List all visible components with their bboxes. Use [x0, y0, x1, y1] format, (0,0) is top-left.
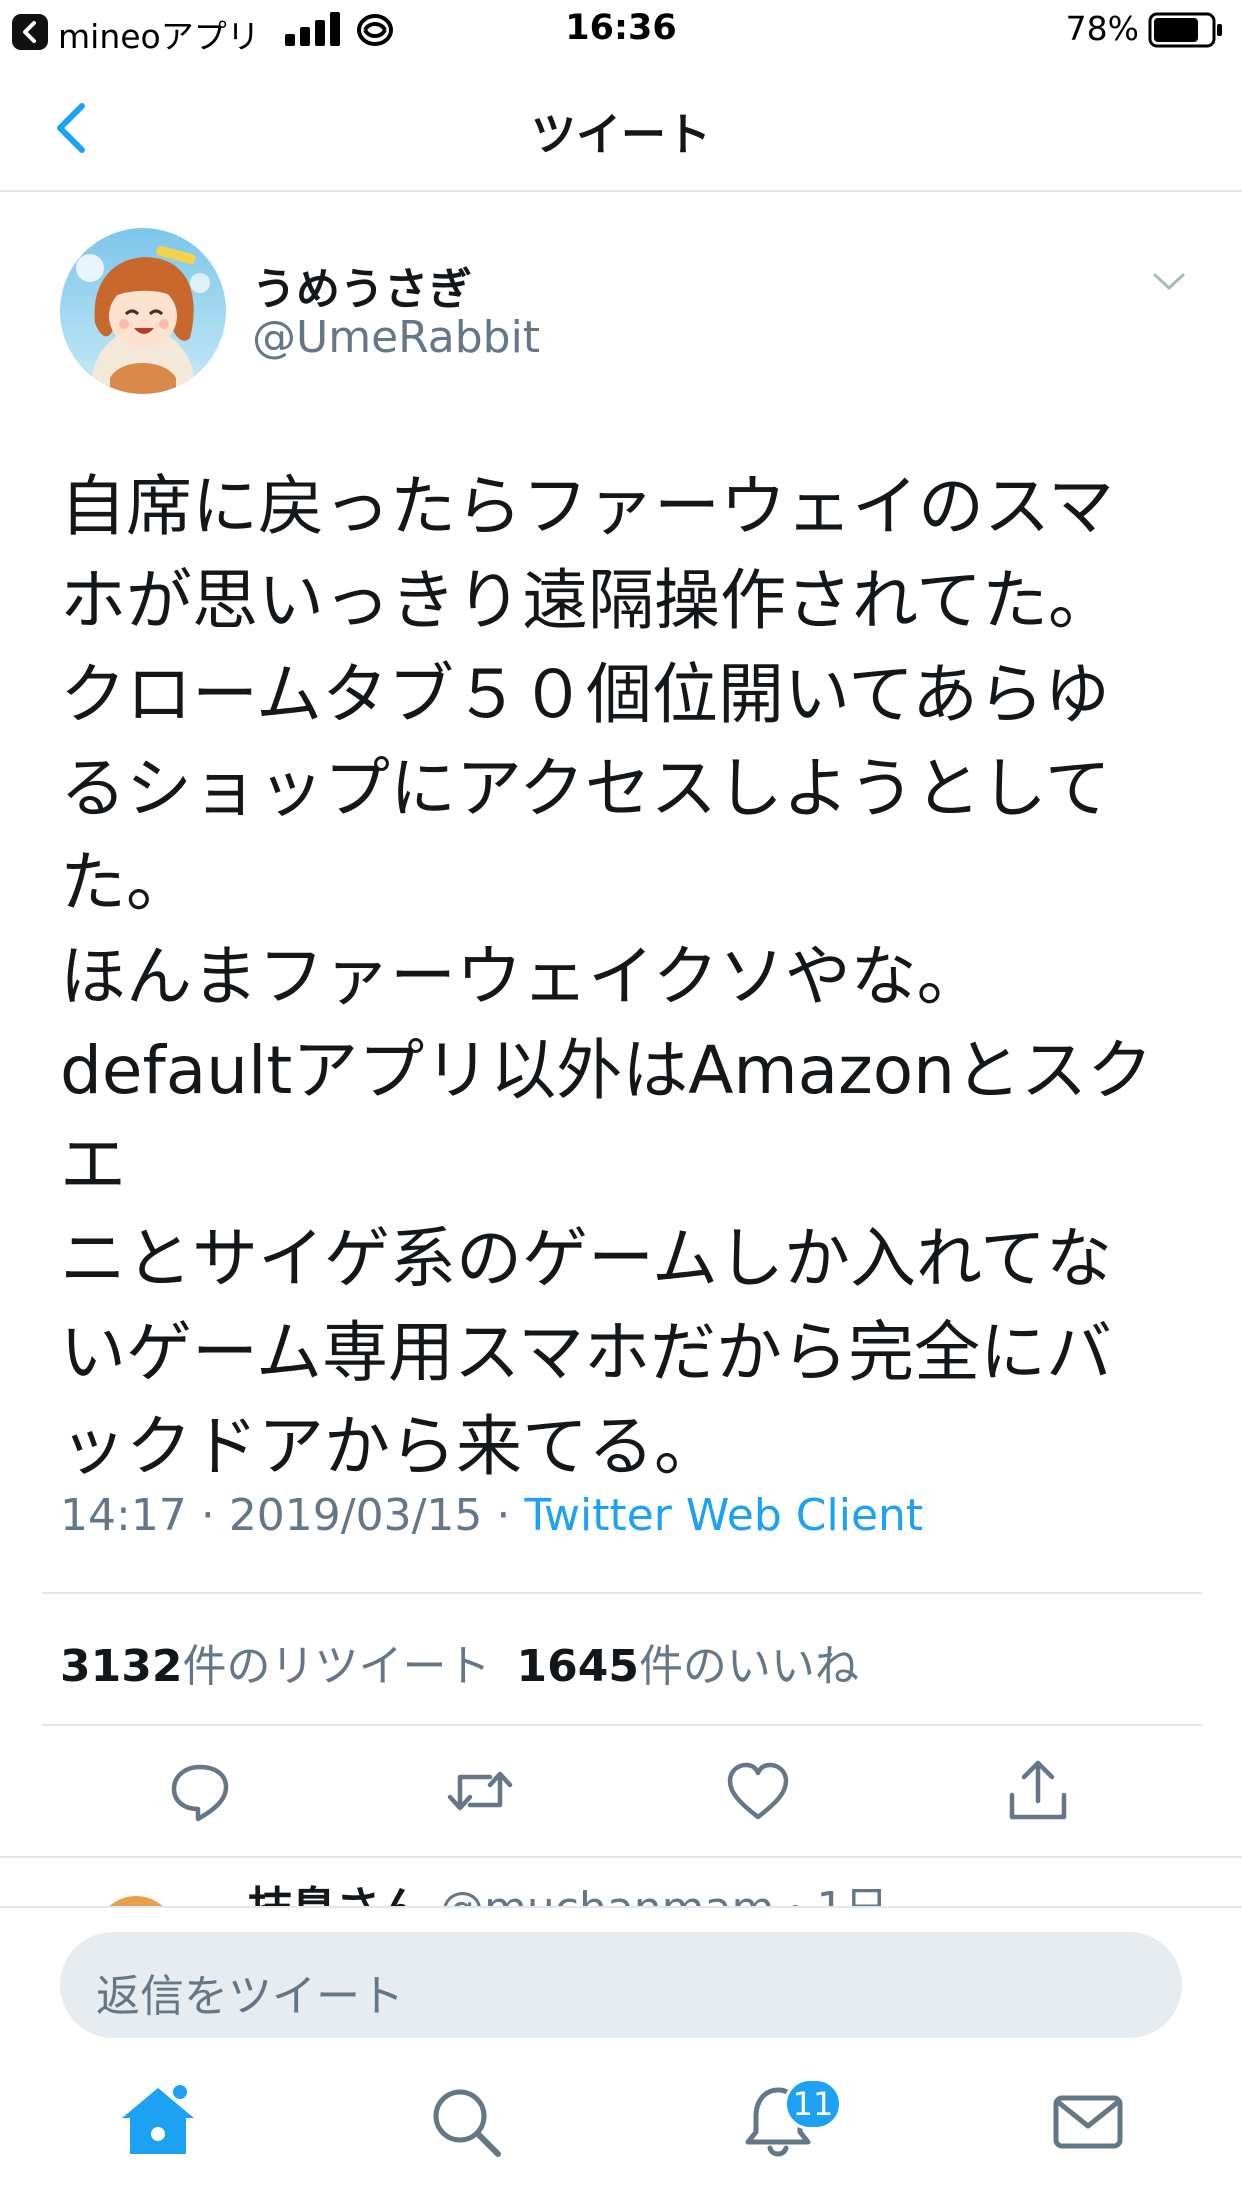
like-count: 1645 — [516, 1641, 639, 1692]
status-bar: mineoアプリ 16:36 78% — [0, 0, 1242, 62]
clock: 16:36 — [565, 8, 677, 48]
chevron-down-icon[interactable] — [1152, 272, 1186, 292]
tweet-stats: 3132件のリツイート 1645件のいいね — [60, 1630, 859, 1694]
page-title: ツイート — [530, 108, 711, 161]
meta-separator: · — [200, 1490, 215, 1541]
like-label: 件のいいね — [638, 1641, 859, 1692]
retweet-label: 件のリツイート — [182, 1641, 491, 1692]
tweet-meta: 14:17 · 2019/03/15 · Twitter Web Client — [60, 1490, 923, 1541]
retweet-count: 3132 — [60, 1641, 183, 1692]
meta-separator: · — [496, 1490, 511, 1541]
retweet-stat[interactable]: 3132件のリツイート — [60, 1641, 490, 1692]
tweet-time: 14:17 — [60, 1490, 187, 1541]
retweet-icon[interactable] — [444, 1755, 516, 1827]
user-handle[interactable]: @UmeRabbit — [252, 312, 540, 363]
search-icon[interactable] — [424, 2080, 508, 2164]
reply-input[interactable]: 返信をツイート — [60, 1932, 1182, 2038]
tweet-actions — [0, 1755, 1242, 1827]
nav-header: ツイート — [0, 62, 1242, 192]
share-icon[interactable] — [1002, 1755, 1074, 1827]
notifications-badge: 11 — [784, 2078, 842, 2130]
next-reply-peek[interactable]: 抹臭さん @muchanmam · 1日 — [0, 1858, 1242, 1906]
avatar[interactable] — [96, 1896, 176, 1906]
reply-icon[interactable] — [164, 1755, 236, 1827]
home-new-indicator — [170, 2082, 190, 2102]
tweet-date: 2019/03/15 — [228, 1490, 483, 1541]
battery-percent: 78% — [1065, 9, 1139, 48]
like-stat[interactable]: 1645件のいいね — [516, 1641, 858, 1692]
reply-handle: @muchanmam · 1日 — [440, 1872, 888, 1906]
reply-placeholder: 返信をツイート — [96, 1971, 404, 2022]
avatar[interactable] — [60, 228, 226, 394]
display-name[interactable]: うめうさぎ — [252, 253, 472, 317]
divider — [42, 1592, 1202, 1594]
battery-icon — [1148, 12, 1222, 48]
tweet-text: 自席に戻ったらファーウェイのスマ ホが思いっきり遠隔操作されてた。 クロームタブ… — [60, 468, 1153, 1485]
messages-icon[interactable] — [1046, 2080, 1130, 2164]
divider — [42, 1724, 1202, 1726]
tweet-client-link[interactable]: Twitter Web Client — [524, 1490, 923, 1541]
like-icon[interactable] — [722, 1755, 794, 1827]
reply-display-name: 抹臭さん — [248, 1872, 424, 1906]
